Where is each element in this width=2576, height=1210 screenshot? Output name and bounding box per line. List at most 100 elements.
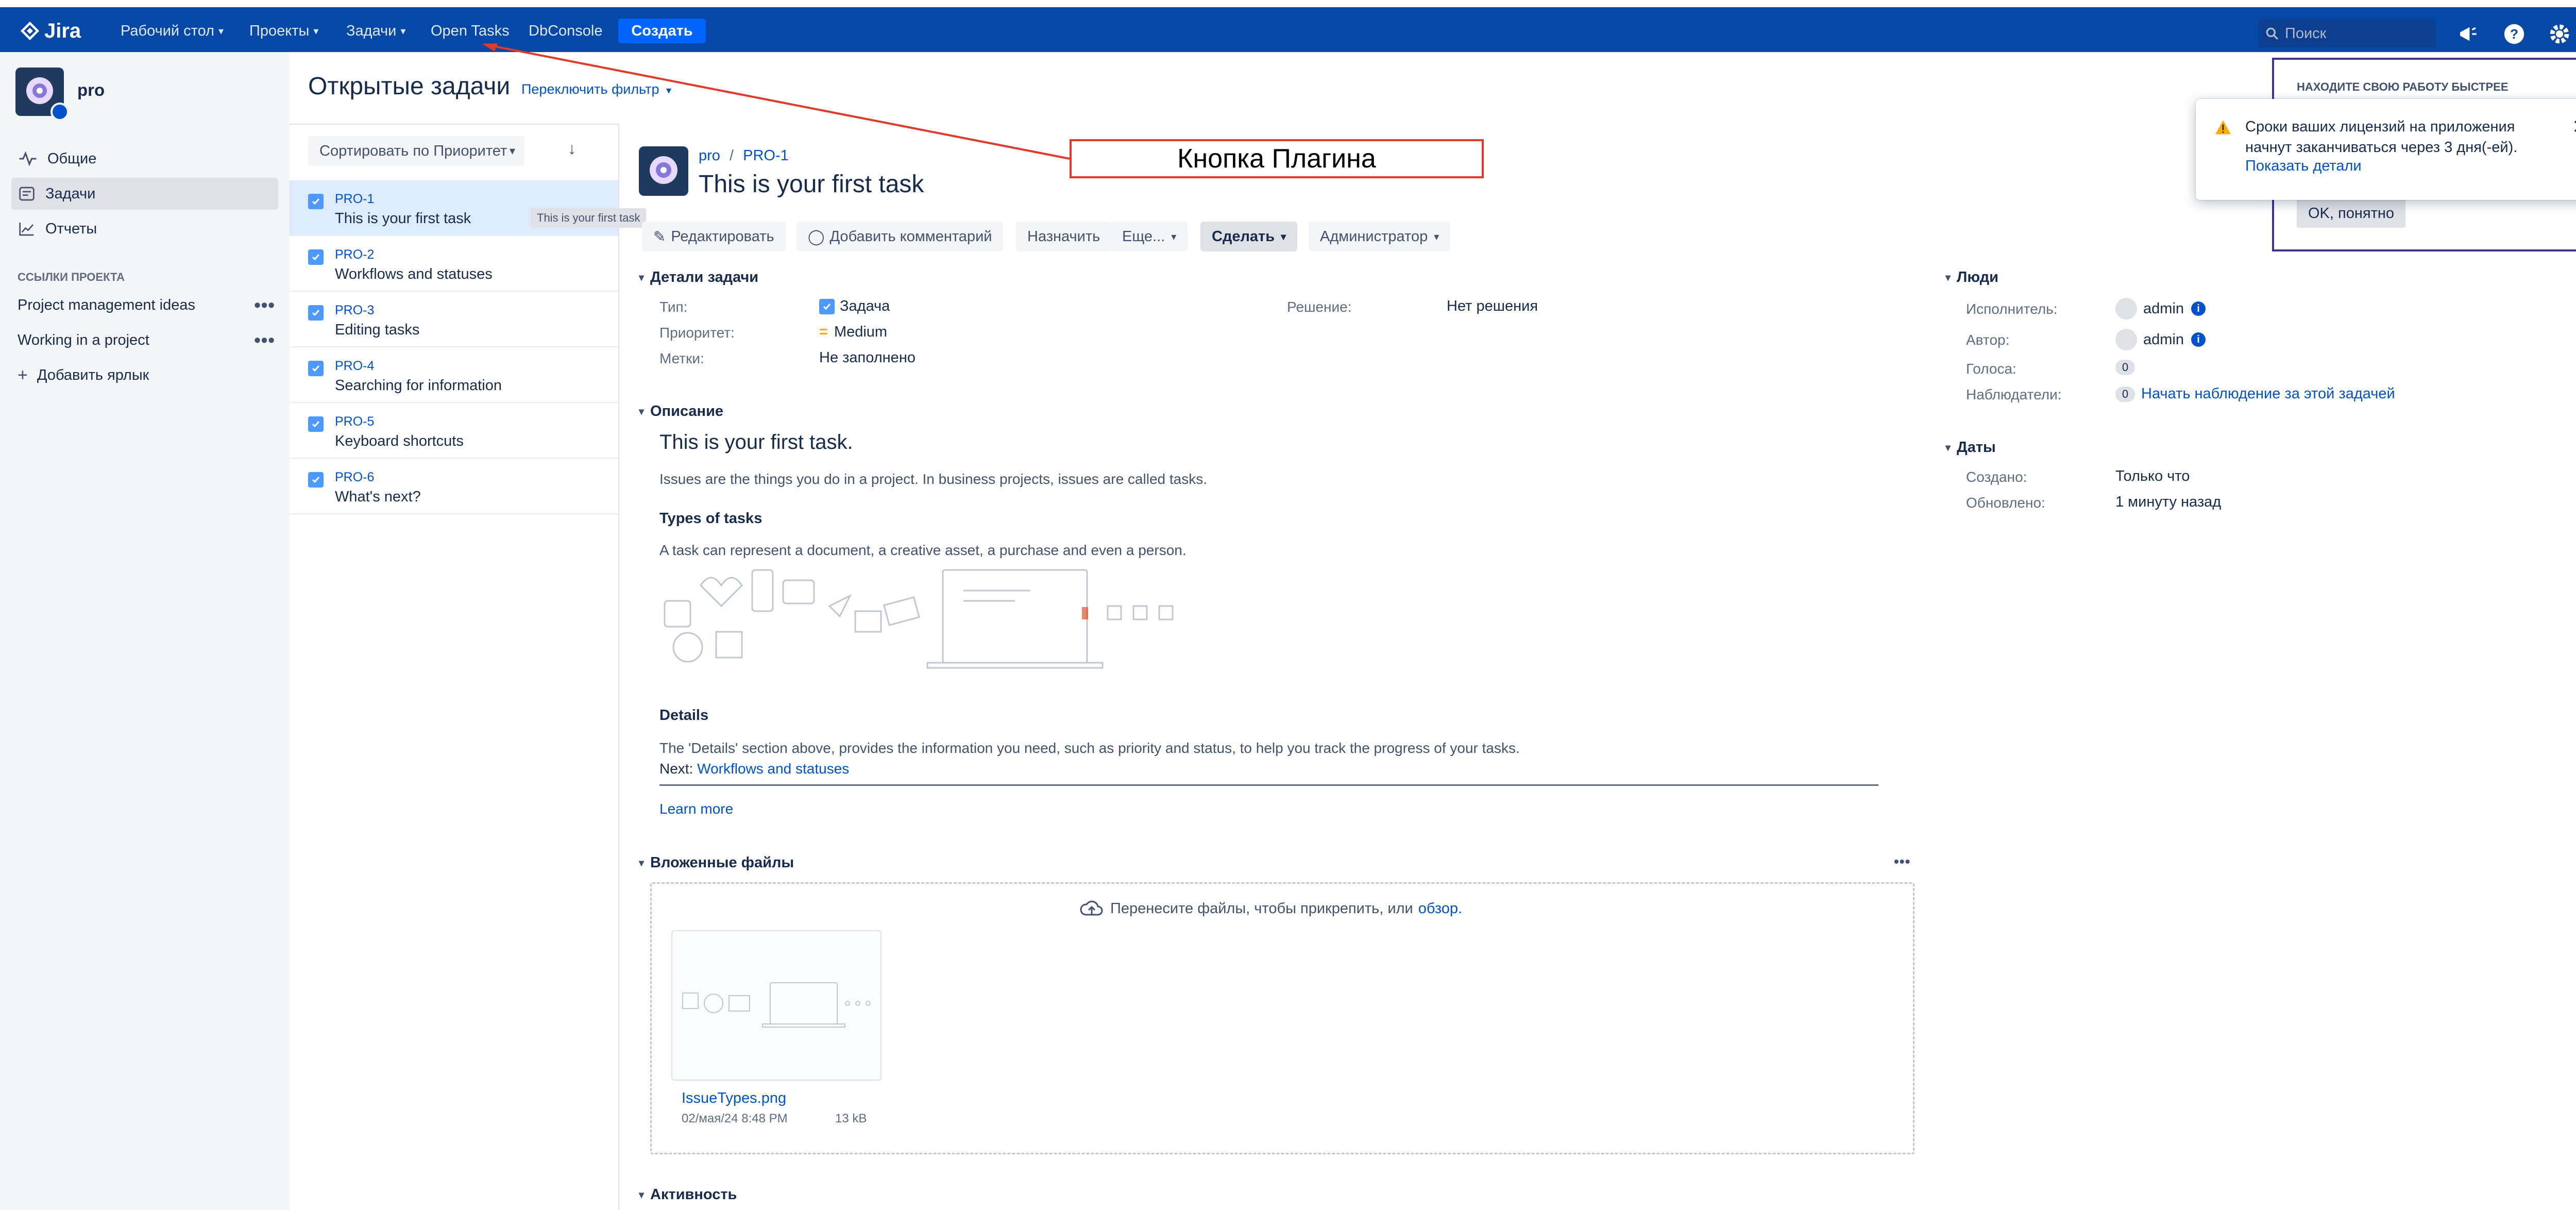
chevron-down-icon: ▾ — [1171, 231, 1177, 243]
issue-key[interactable]: PRO-2 — [335, 247, 374, 262]
info-icon[interactable]: i — [2191, 332, 2206, 347]
project-avatar[interactable] — [15, 68, 69, 121]
add-comment-button[interactable]: ◯ Добавить комментарий — [796, 222, 1004, 251]
votes-value[interactable]: 0 — [2115, 360, 2141, 375]
switch-filter-button[interactable]: Переключить фильтр ▾ — [521, 81, 671, 97]
issue-summary[interactable]: Workflows and statuses — [335, 266, 493, 283]
attachments-section-toggle[interactable]: ▾ Вложенные файлы — [639, 854, 794, 871]
nav-projects[interactable]: Проекты ▾ — [249, 21, 318, 41]
sidebar-item-issues[interactable]: Задачи — [11, 178, 278, 210]
attachment-file-name[interactable]: IssueTypes.png — [682, 1090, 786, 1107]
issue-summary[interactable]: Keyboard shortcuts — [335, 433, 464, 450]
edit-button[interactable]: ✎ Редактировать — [642, 222, 786, 251]
issue-list-item[interactable]: PRO-5 Keyboard shortcuts — [290, 403, 618, 459]
issue-key[interactable]: PRO-5 — [335, 414, 374, 429]
reports-icon — [19, 223, 34, 236]
task-type-icon — [308, 361, 324, 376]
create-button[interactable]: Создать — [618, 19, 706, 43]
issue-list-item[interactable]: PRO-2 Workflows and statuses — [290, 236, 618, 292]
issue-summary-tooltip: This is your first task — [531, 208, 647, 228]
search-input[interactable]: Поиск — [2258, 20, 2436, 47]
next-link[interactable]: Workflows and statuses — [697, 761, 849, 777]
upload-cloud-icon — [1080, 900, 1103, 916]
notification-text: Сроки ваших лицензий на приложения начну… — [2245, 119, 2518, 156]
attachment-thumbnail[interactable] — [671, 930, 882, 1081]
activity-section-title: Активность — [650, 1186, 737, 1203]
dates-section-toggle[interactable]: ▾ Даты — [1945, 439, 1996, 456]
issue-list-item[interactable]: PRO-4 Searching for information — [290, 347, 618, 403]
issues-icon — [19, 187, 35, 201]
issue-key[interactable]: PRO-4 — [335, 359, 374, 374]
task-type-icon — [308, 305, 324, 321]
people-section-toggle[interactable]: ▾ Люди — [1945, 269, 1998, 286]
admin-label: Администратор — [1320, 228, 1428, 245]
workflow-do-button[interactable]: Сделать ▾ — [1200, 222, 1298, 251]
nav-issues[interactable]: Задачи ▾ — [346, 21, 405, 41]
show-details-link[interactable]: Показать детали — [2245, 158, 2362, 175]
add-shortcut-button[interactable]: + Добавить ярлык — [18, 362, 275, 388]
activity-section-toggle[interactable]: ▾ Активность — [639, 1186, 737, 1203]
issue-key[interactable]: PRO-3 — [335, 303, 374, 318]
drop-zone-text: Перенесите файлы, чтобы прикрепить, или … — [1079, 899, 1462, 918]
project-name[interactable]: pro — [77, 80, 105, 100]
votes-label: Голоса: — [1966, 361, 2016, 377]
onboarding-ok-button[interactable]: OK, понятно — [2297, 199, 2405, 228]
task-type-icon — [308, 249, 324, 265]
assign-button[interactable]: Назначить — [1016, 222, 1112, 251]
admin-button[interactable]: Администратор ▾ — [1309, 222, 1451, 251]
type-label: Тип: — [659, 299, 688, 315]
notifications-icon[interactable] — [2456, 23, 2479, 45]
nav-open-tasks-plugin[interactable]: Open Tasks — [431, 21, 510, 41]
sidebar-link-working-in-a-project[interactable]: Working in a project ••• — [18, 327, 275, 353]
reporter-value[interactable]: admin i — [2115, 329, 2206, 350]
sidebar-item-label: Отчеты — [45, 220, 97, 237]
license-notification: Сроки ваших лицензий на приложения начну… — [2196, 99, 2576, 200]
issue-list-item[interactable]: PRO-6 What's next? — [290, 459, 618, 514]
assignee-value[interactable]: admin i — [2115, 298, 2206, 320]
issue-summary[interactable]: Searching for information — [335, 377, 502, 394]
issue-summary[interactable]: This is your first task — [335, 210, 471, 227]
issue-title[interactable]: This is your first task — [699, 170, 924, 198]
close-icon[interactable]: ✕ — [2572, 115, 2576, 139]
browse-link[interactable]: обзор. — [1418, 900, 1462, 917]
issue-summary[interactable]: Editing tasks — [335, 322, 419, 339]
settings-icon[interactable] — [2548, 23, 2571, 45]
issue-summary[interactable]: What's next? — [335, 489, 421, 506]
more-actions-button[interactable]: Еще... ▾ — [1111, 222, 1188, 251]
description-section-toggle[interactable]: ▾ Описание — [639, 403, 723, 420]
chevron-down-icon: ▾ — [1281, 231, 1286, 243]
search-placeholder: Поиск — [2285, 25, 2327, 42]
breadcrumb-project-link[interactable]: pro — [699, 147, 720, 164]
details-text: The 'Details' section above, provides th… — [659, 740, 1520, 756]
created-value: Только что — [2115, 468, 2190, 484]
page-title: Открытые задачи — [308, 73, 511, 100]
jira-logo[interactable]: Jira — [21, 19, 81, 43]
updated-value: 1 минуту назад — [2115, 494, 2222, 510]
breadcrumb-issue-link[interactable]: PRO-1 — [743, 147, 789, 164]
learn-more-link[interactable]: Learn more — [659, 801, 733, 817]
start-watching-link[interactable]: Начать наблюдение за этой задачей — [2141, 385, 2395, 402]
info-icon[interactable]: i — [2191, 301, 2206, 316]
dates-section-title: Даты — [1957, 439, 1996, 456]
issue-key[interactable]: PRO-1 — [335, 192, 374, 207]
sort-dropdown[interactable]: Сортировать по Приоритет ▾ — [308, 136, 524, 166]
issue-key[interactable]: PRO-6 — [335, 470, 374, 485]
description-section-title: Описание — [650, 403, 724, 419]
sort-direction-button[interactable]: ↓ — [568, 139, 576, 158]
attachments-more-icon[interactable]: ••• — [1894, 853, 1910, 870]
more-icon[interactable]: ••• — [254, 329, 275, 351]
drop-zone-label: Перенесите файлы, чтобы прикрепить, или — [1110, 900, 1413, 917]
help-icon[interactable]: ? — [2503, 23, 2526, 45]
sidebar-item-summary[interactable]: Общие — [11, 143, 278, 175]
types-heading: Types of tasks — [659, 510, 762, 527]
project-avatar[interactable] — [639, 146, 688, 196]
issue-list-item[interactable]: PRO-3 Editing tasks — [290, 292, 618, 347]
attachment-drop-zone[interactable]: Перенесите файлы, чтобы прикрепить, или … — [650, 882, 1914, 1154]
sidebar-link-project-management-ideas[interactable]: Project management ideas ••• — [18, 292, 275, 318]
more-icon[interactable]: ••• — [254, 294, 275, 316]
sidebar-item-reports[interactable]: Отчеты — [11, 213, 278, 245]
details-section-toggle[interactable]: ▾ Детали задачи — [639, 269, 758, 286]
nav-dashboards[interactable]: Рабочий стол ▾ — [121, 21, 224, 41]
nav-dbconsole[interactable]: DbConsole — [529, 21, 602, 41]
people-section-title: Люди — [1957, 269, 1999, 285]
